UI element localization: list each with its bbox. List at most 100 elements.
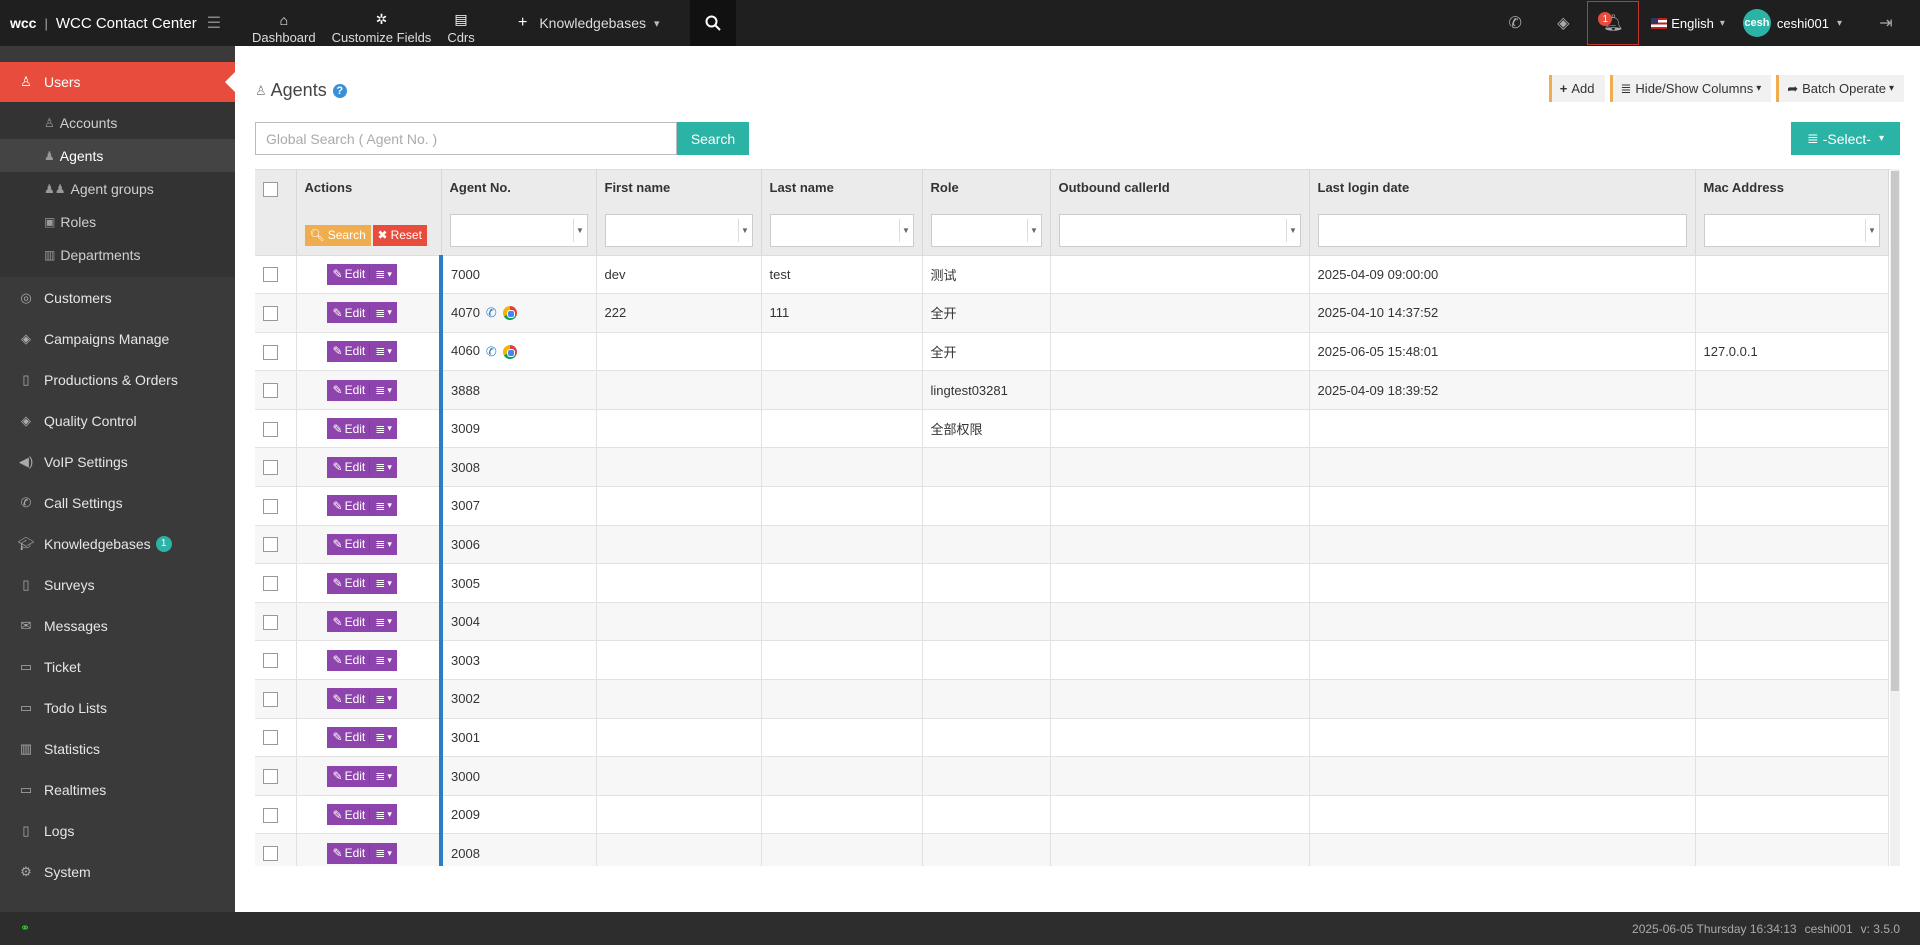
row-checkbox[interactable] <box>263 769 278 785</box>
row-checkbox[interactable] <box>263 691 278 707</box>
more-actions-button[interactable]: ≣ ▾ <box>369 730 397 745</box>
row-checkbox[interactable] <box>263 807 278 823</box>
sidebar-subitem-roles[interactable]: ▣ Roles <box>0 205 235 238</box>
sidebar-item-customers[interactable]: ◎ Customers <box>0 277 235 318</box>
sidebar-item-messages[interactable]: ✉ Messages <box>0 605 235 646</box>
sidebar-subitem-agents[interactable]: ♟ Agents <box>0 139 235 172</box>
last-login-filter[interactable] <box>1317 213 1687 247</box>
language-select[interactable]: English ▾ <box>1651 16 1725 31</box>
mac-filter[interactable]: ▼ <box>1703 213 1880 247</box>
more-actions-button[interactable]: ≣ ▾ <box>369 267 397 282</box>
edit-button[interactable]: ✎ Edit <box>327 344 370 358</box>
more-actions-button[interactable]: ≣ ▾ <box>369 344 397 359</box>
more-actions-button[interactable]: ≣ ▾ <box>369 460 397 475</box>
sidebar-item-realtimes[interactable]: ▭ Realtimes <box>0 769 235 810</box>
sidebar-item-quality[interactable]: ◈ Quality Control <box>0 400 235 441</box>
hide-show-columns-button[interactable]: ≣ Hide/Show Columns ▾ <box>1609 75 1772 102</box>
row-checkbox[interactable] <box>263 344 278 360</box>
help-icon[interactable]: ? <box>332 83 347 98</box>
edit-button[interactable]: ✎ Edit <box>327 499 370 513</box>
sidebar-item-voip[interactable]: ◀) VoIP Settings <box>0 441 235 482</box>
row-checkbox[interactable] <box>263 421 278 437</box>
role-filter[interactable]: ▼ <box>930 213 1042 247</box>
more-actions-button[interactable]: ≣ ▾ <box>369 421 397 436</box>
more-actions-button[interactable]: ≣ ▾ <box>369 498 397 513</box>
row-checkbox[interactable] <box>263 498 278 514</box>
add-button[interactable]: + Add <box>1548 75 1605 102</box>
edit-button[interactable]: ✎ Edit <box>327 422 370 436</box>
sidebar-item-campaigns[interactable]: ◈ Campaigns Manage <box>0 318 235 359</box>
sidebar-item-productions[interactable]: ▯ Productions & Orders <box>0 359 235 400</box>
sidebar-item-ticket[interactable]: ▭ Ticket <box>0 646 235 687</box>
more-actions-button[interactable]: ≣ ▾ <box>369 537 397 552</box>
layers-button[interactable]: ◈ <box>1539 0 1587 46</box>
nav-knowledgebases[interactable]: + Knowledgebases ▾ <box>518 0 660 46</box>
agent-no-filter[interactable]: ▼ <box>449 213 588 247</box>
edit-button[interactable]: ✎ Edit <box>327 769 370 783</box>
notifications-button[interactable]: 1 🔔︎ <box>1587 1 1640 45</box>
table-scrollbar[interactable] <box>1890 169 1900 866</box>
select-dropdown-button[interactable]: ≣ -Select- ▾ <box>1791 122 1900 155</box>
more-actions-button[interactable]: ≣ ▾ <box>369 846 397 861</box>
filter-reset-button[interactable]: ✖ Reset <box>372 224 427 246</box>
edit-button[interactable]: ✎ Edit <box>327 460 370 474</box>
more-actions-button[interactable]: ≣ ▾ <box>369 576 397 591</box>
last-name-filter[interactable]: ▼ <box>769 213 914 247</box>
edit-button[interactable]: ✎ Edit <box>327 846 370 860</box>
edit-button[interactable]: ✎ Edit <box>327 383 370 397</box>
more-actions-button[interactable]: ≣ ▾ <box>369 614 397 629</box>
first-name-filter[interactable]: ▼ <box>604 213 753 247</box>
sidebar-item-users[interactable]: ♙ Users <box>0 62 235 102</box>
more-actions-button[interactable]: ≣ ▾ <box>369 653 397 668</box>
edit-button[interactable]: ✎ Edit <box>327 692 370 706</box>
sidebar-item-statistics[interactable]: ▥ Statistics <box>0 728 235 769</box>
row-checkbox[interactable] <box>263 383 278 399</box>
scrollbar-thumb[interactable] <box>1891 171 1899 691</box>
edit-button[interactable]: ✎ Edit <box>327 306 370 320</box>
sidebar-item-call-settings[interactable]: ✆ Call Settings <box>0 482 235 523</box>
sidebar-item-system[interactable]: ⚙︎ System <box>0 851 235 892</box>
edit-button[interactable]: ✎ Edit <box>327 537 370 551</box>
sidebar-subitem-departments[interactable]: ▥ Departments <box>0 238 235 271</box>
global-search-input[interactable] <box>255 122 677 155</box>
edit-button[interactable]: ✎ Edit <box>327 653 370 667</box>
select-all-checkbox[interactable] <box>263 182 278 198</box>
row-checkbox[interactable] <box>263 576 278 592</box>
sidebar-item-todo[interactable]: ▭ Todo Lists <box>0 687 235 728</box>
brand[interactable]: wcc | WCC Contact Center ☰ <box>0 0 235 46</box>
edit-button[interactable]: ✎ Edit <box>327 267 370 281</box>
sidebar-subitem-accounts[interactable]: ♙ Accounts <box>0 106 235 139</box>
edit-button[interactable]: ✎ Edit <box>327 730 370 744</box>
nav-dashboard[interactable]: ⌂ Dashboard <box>244 0 324 46</box>
row-checkbox[interactable] <box>263 537 278 553</box>
row-checkbox[interactable] <box>263 614 278 630</box>
menu-toggle-icon[interactable]: ☰ <box>207 13 221 33</box>
filter-search-button[interactable]: 🔍︎ Search <box>304 224 371 246</box>
user-menu[interactable]: cesh ceshi001 ▾ <box>1742 9 1842 37</box>
sidebar-item-surveys[interactable]: ▯ Surveys <box>0 564 235 605</box>
row-checkbox[interactable] <box>263 460 278 476</box>
phone-link-button[interactable]: ✆ <box>1491 0 1539 46</box>
sidebar-item-knowledgebases[interactable]: 🎓︎ Knowledgebases 1 <box>0 523 235 564</box>
nav-cdrs[interactable]: ▤ Cdrs <box>439 0 482 46</box>
more-actions-button[interactable]: ≣ ▾ <box>369 807 397 822</box>
nav-customize-fields[interactable]: ✲ Customize Fields <box>324 0 440 46</box>
sidebar-item-logs[interactable]: ▯ Logs <box>0 810 235 851</box>
row-checkbox[interactable] <box>263 305 278 321</box>
row-checkbox[interactable] <box>263 846 278 862</box>
more-actions-button[interactable]: ≣ ▾ <box>369 769 397 784</box>
row-checkbox[interactable] <box>263 730 278 746</box>
logout-button[interactable]: ⇥ <box>1866 0 1906 46</box>
more-actions-button[interactable]: ≣ ▾ <box>369 383 397 398</box>
sidebar-subitem-agent-groups[interactable]: ♟♟ Agent groups <box>0 172 235 205</box>
outbound-filter[interactable]: ▼ <box>1058 213 1301 247</box>
edit-button[interactable]: ✎ Edit <box>327 615 370 629</box>
edit-button[interactable]: ✎ Edit <box>327 576 370 590</box>
more-actions-button[interactable]: ≣ ▾ <box>369 305 397 320</box>
row-checkbox[interactable] <box>263 653 278 669</box>
edit-button[interactable]: ✎ Edit <box>327 808 370 822</box>
row-checkbox[interactable] <box>263 267 278 283</box>
global-search-button[interactable]: Search <box>677 122 749 155</box>
top-search-button[interactable] <box>690 0 736 46</box>
batch-operate-button[interactable]: ➦ Batch Operate ▾ <box>1776 75 1904 102</box>
